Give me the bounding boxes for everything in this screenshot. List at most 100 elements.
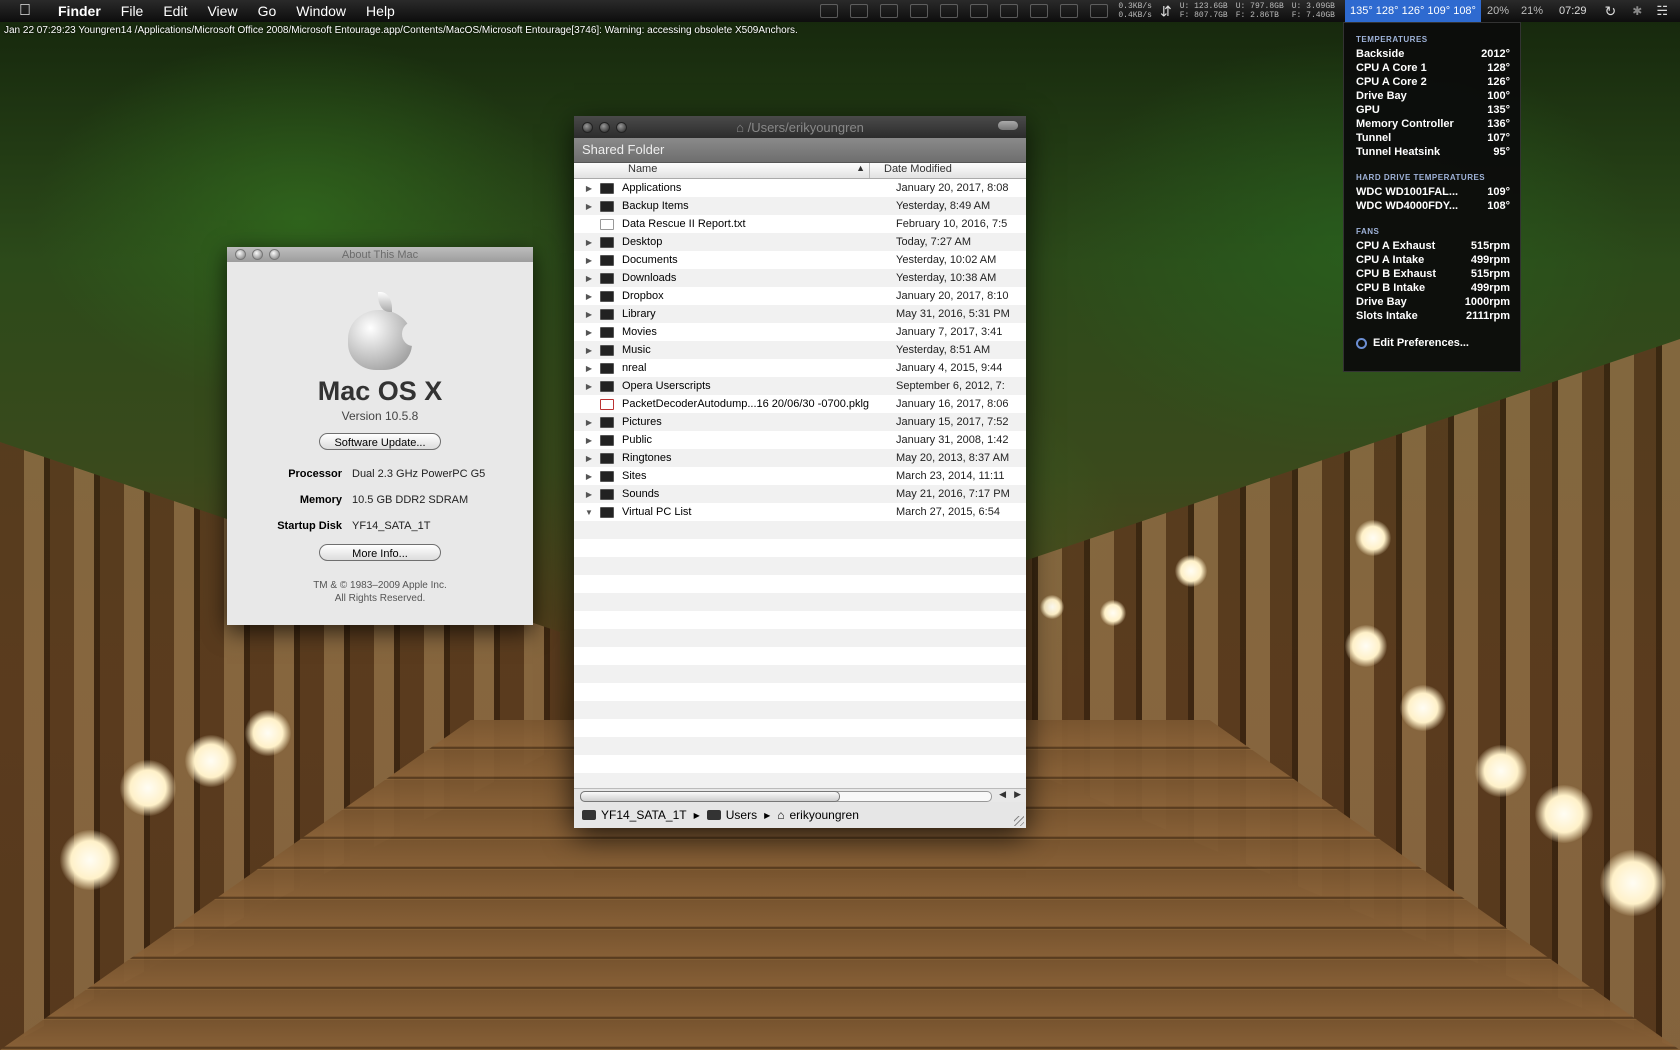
software-update-button[interactable]: Software Update...	[319, 433, 441, 450]
horizontal-scrollbar[interactable]: ◀ ▶	[574, 788, 1026, 803]
menu-go[interactable]: Go	[248, 3, 287, 19]
edit-preferences-item[interactable]: Edit Preferences...	[1344, 337, 1520, 349]
bluetooth-icon[interactable]: ✱	[1632, 4, 1642, 18]
resize-grip-icon[interactable]	[1014, 816, 1024, 826]
menu-extra-icon[interactable]	[970, 4, 989, 18]
file-row[interactable]: ▶ Public January 31, 2008, 1:42	[574, 431, 1026, 449]
apple-menu-icon[interactable]: 	[14, 2, 36, 20]
disclosure-triangle-icon[interactable]: ▶	[578, 310, 600, 319]
menu-edit[interactable]: Edit	[153, 3, 197, 19]
disclosure-triangle-icon[interactable]: ▶	[578, 238, 600, 247]
disclosure-triangle-icon[interactable]: ▶	[578, 292, 600, 301]
file-row[interactable]: ▶ Opera Userscripts September 6, 2012, 7:	[574, 377, 1026, 395]
disclosure-triangle-icon[interactable]: ▶	[578, 382, 600, 391]
file-row[interactable]: ▶ Music Yesterday, 8:51 AM	[574, 341, 1026, 359]
menu-view[interactable]: View	[197, 3, 247, 19]
disclosure-triangle-icon[interactable]: ▼	[578, 508, 600, 517]
file-row[interactable]: Data Rescue II Report.txt February 10, 20…	[574, 215, 1026, 233]
file-row[interactable]: ▶ Sounds May 21, 2016, 7:17 PM	[574, 485, 1026, 503]
column-date-header[interactable]: Date Modified	[870, 163, 952, 178]
file-date: September 6, 2012, 7:	[896, 380, 1005, 392]
time-machine-icon[interactable]: ↻	[1605, 3, 1617, 20]
scroll-left-arrow-icon[interactable]: ◀	[999, 789, 1006, 800]
scroll-right-arrow-icon[interactable]: ▶	[1014, 789, 1021, 800]
folder-icon	[600, 380, 614, 392]
network-speed-readout[interactable]: 0.3KB/s 0.4KB/s	[1118, 2, 1152, 20]
cpu-usage-2[interactable]: 21%	[1521, 5, 1543, 17]
folder-icon	[600, 308, 614, 320]
column-name-header[interactable]: Name ▲	[574, 163, 870, 178]
disclosure-triangle-icon[interactable]: ▶	[578, 472, 600, 481]
menu-extra-icon[interactable]	[1030, 4, 1049, 18]
menu-file[interactable]: File	[111, 3, 154, 19]
file-date: May 21, 2016, 7:17 PM	[896, 488, 1010, 500]
disclosure-triangle-icon[interactable]: ▶	[578, 364, 600, 373]
menu-bar:  Finder File Edit View Go Window Help 0…	[0, 0, 1680, 22]
preferences-icon	[1356, 337, 1367, 349]
file-row[interactable]: ▼ Virtual PC List March 27, 2015, 6:54	[574, 503, 1026, 521]
sensor-value: 128°	[1487, 62, 1510, 74]
disk-usage-readout-2[interactable]: U: 797.8GB F: 2.86TB	[1236, 2, 1284, 20]
disclosure-triangle-icon[interactable]: ▶	[578, 346, 600, 355]
toolbar-toggle-button[interactable]	[998, 121, 1018, 130]
file-date: January 4, 2015, 9:44	[896, 362, 1003, 374]
scroll-thumb[interactable]	[580, 791, 840, 802]
file-row[interactable]: ▶ Applications January 20, 2017, 8:08	[574, 179, 1026, 197]
temperature-monitor-menu[interactable]: 135° 128° 126° 109° 108°	[1344, 0, 1481, 22]
menu-extra-icon[interactable]	[910, 4, 929, 18]
file-row[interactable]: ▶ Desktop Today, 7:27 AM	[574, 233, 1026, 251]
menu-app-finder[interactable]: Finder	[48, 3, 111, 19]
hd-temperature-row: WDC WD4000FDY... 108°	[1344, 199, 1520, 213]
menu-extra-icon[interactable]	[940, 4, 959, 18]
menu-clock[interactable]: 07:29	[1559, 5, 1587, 17]
file-date: January 31, 2008, 1:42	[896, 434, 1009, 446]
path-segment-users[interactable]: Users	[706, 808, 757, 822]
temps-list: Backside 2012° CPU A Core 1 128° CPU A Core …	[1344, 47, 1520, 159]
menu-extra-icon[interactable]	[850, 4, 869, 18]
path-segment-disk[interactable]: YF14_SATA_1T	[582, 808, 687, 822]
disclosure-triangle-icon[interactable]: ▶	[578, 454, 600, 463]
disk-usage-readout-1[interactable]: U: 123.6GB F: 807.7GB	[1180, 2, 1228, 20]
menu-window[interactable]: Window	[286, 3, 356, 19]
menu-help[interactable]: Help	[356, 3, 405, 19]
about-this-mac-window: About This Mac Mac OS X Version 10.5.8 S…	[227, 247, 533, 625]
hd-temperature-row: WDC WD1001FAL... 109°	[1344, 185, 1520, 199]
disclosure-triangle-icon[interactable]: ▶	[578, 274, 600, 283]
file-row[interactable]: ▶ Downloads Yesterday, 10:38 AM	[574, 269, 1026, 287]
disclosure-triangle-icon[interactable]: ▶	[578, 256, 600, 265]
disclosure-triangle-icon[interactable]: ▶	[578, 202, 600, 211]
file-row[interactable]: ▶ Movies January 7, 2017, 3:41	[574, 323, 1026, 341]
file-name: Dropbox	[622, 290, 664, 302]
menu-extra-icon[interactable]	[1000, 4, 1019, 18]
menu-extra-icon[interactable]	[1090, 4, 1109, 18]
more-info-button[interactable]: More Info...	[319, 544, 441, 561]
file-row[interactable]: ▶ Documents Yesterday, 10:02 AM	[574, 251, 1026, 269]
temperature-row: Memory Controller 136°	[1344, 117, 1520, 131]
file-row[interactable]: ▶ nreal January 4, 2015, 9:44	[574, 359, 1026, 377]
menu-extra-icon[interactable]	[1060, 4, 1079, 18]
finder-titlebar[interactable]: ⌂ /Users/erikyoungren	[574, 116, 1026, 138]
disclosure-triangle-icon[interactable]: ▶	[578, 490, 600, 499]
file-name: Data Rescue II Report.txt	[622, 218, 746, 230]
menu-extra-icon[interactable]	[820, 4, 839, 18]
disclosure-triangle-icon[interactable]: ▶	[578, 184, 600, 193]
about-titlebar[interactable]: About This Mac	[227, 247, 533, 262]
file-row[interactable]: ▶ Pictures January 15, 2017, 7:52	[574, 413, 1026, 431]
file-row[interactable]: ▶ Sites March 23, 2014, 11:11	[574, 467, 1026, 485]
file-row[interactable]: ▶ Dropbox January 20, 2017, 8:10	[574, 287, 1026, 305]
cpu-usage-1[interactable]: 20%	[1487, 5, 1509, 17]
path-segment-home[interactable]: ⌂ erikyoungren	[777, 808, 859, 822]
wifi-icon[interactable]: ☵	[1656, 3, 1668, 19]
disclosure-triangle-icon[interactable]: ▶	[578, 328, 600, 337]
fans-list: CPU A Exhaust 515rpm CPU A Intake 499rpm CPU…	[1344, 239, 1520, 323]
copyright-line-1: TM & © 1983–2009 Apple Inc.	[313, 580, 447, 591]
disk2-used: U: 797.8GB	[1235, 2, 1284, 11]
disclosure-triangle-icon[interactable]: ▶	[578, 418, 600, 427]
file-row[interactable]: PacketDecoderAutodump...16 20/06/30 -070…	[574, 395, 1026, 413]
file-row[interactable]: ▶ Library May 31, 2016, 5:31 PM	[574, 305, 1026, 323]
disk-usage-readout-3[interactable]: U: 3.09GB F: 7.40GB	[1292, 2, 1335, 20]
file-row[interactable]: ▶ Ringtones May 20, 2013, 8:37 AM	[574, 449, 1026, 467]
disclosure-triangle-icon[interactable]: ▶	[578, 436, 600, 445]
file-row[interactable]: ▶ Backup Items Yesterday, 8:49 AM	[574, 197, 1026, 215]
menu-extra-icon[interactable]	[880, 4, 899, 18]
